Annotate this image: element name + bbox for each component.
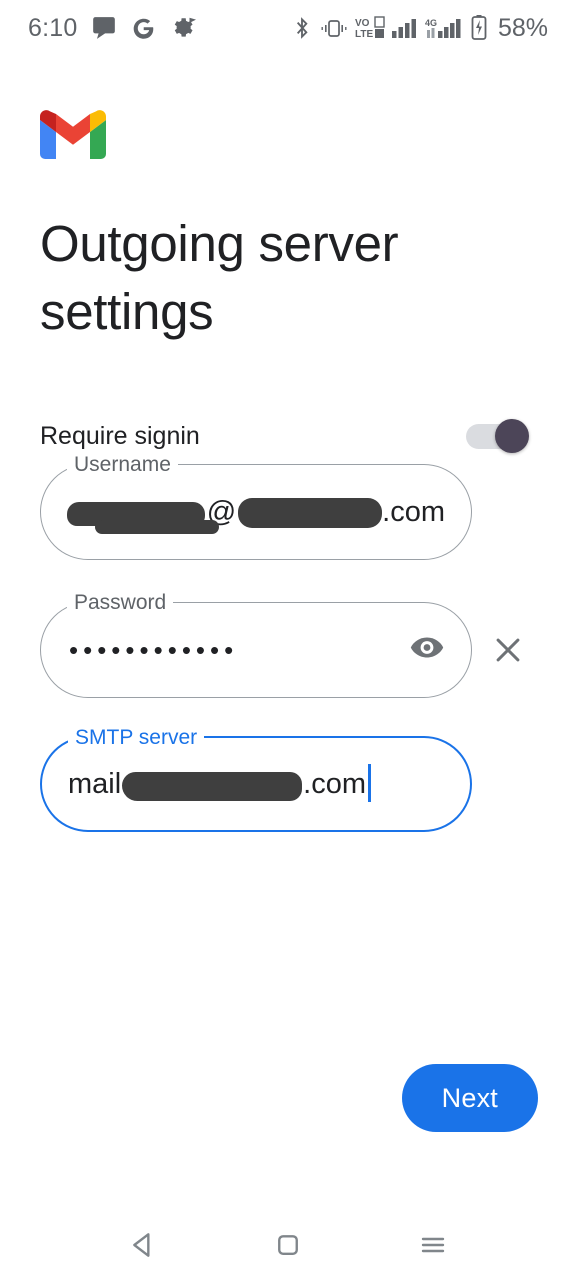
settings-gear-icon <box>170 15 197 41</box>
password-field-row: Password •••••••••••• <box>40 590 536 698</box>
password-clear-button[interactable] <box>480 633 536 667</box>
navigation-bar <box>0 1210 576 1280</box>
svg-text:VO: VO <box>355 18 370 29</box>
status-bar-left: 6:10 <box>28 13 197 43</box>
bluetooth-icon <box>291 15 313 41</box>
username-field[interactable]: Username @ .com <box>40 452 472 560</box>
smtp-server-field-value: mail .com <box>42 738 470 830</box>
username-field-value: @ .com <box>41 465 471 559</box>
username-field-row: Username @ .com <box>40 452 536 560</box>
redaction-mark <box>122 771 303 801</box>
google-g-icon <box>131 16 156 41</box>
page-title: Outgoing server settings <box>40 215 399 340</box>
status-bar-clock: 6:10 <box>28 13 78 42</box>
svg-text:LTE: LTE <box>355 29 373 40</box>
username-domain-suffix: .com <box>382 495 445 528</box>
next-button-container: Next <box>401 1064 538 1132</box>
signal-bars-icon <box>391 16 418 40</box>
main-content: Outgoing server settings Require signin … <box>0 56 576 1210</box>
smtp-prefix-text: mail <box>68 767 122 800</box>
password-field-value: •••••••••••• <box>69 634 239 665</box>
vibrate-icon <box>320 16 348 40</box>
require-signin-label: Require signin <box>40 421 200 450</box>
toggle-thumb <box>495 419 529 453</box>
recents-icon[interactable] <box>397 1218 469 1272</box>
volte-icon: VO LTE <box>355 15 385 41</box>
battery-charging-icon <box>470 14 488 42</box>
status-bar-right: VO LTE 4G 58% <box>291 14 548 43</box>
message-bubble-icon <box>91 15 117 41</box>
battery-percent-label: 58% <box>497 13 548 42</box>
gmail-logo <box>40 108 106 160</box>
svg-text:4G: 4G <box>425 18 437 28</box>
smtp-server-field-row: SMTP server mail .com <box>40 725 536 832</box>
next-button[interactable]: Next <box>401 1064 538 1132</box>
redaction-mark <box>67 502 219 534</box>
password-field[interactable]: Password •••••••••••• <box>40 590 472 698</box>
require-signin-toggle[interactable] <box>466 419 529 453</box>
smtp-server-field[interactable]: SMTP server mail .com <box>40 725 472 832</box>
back-icon[interactable] <box>107 1218 179 1272</box>
eye-icon[interactable] <box>409 635 445 666</box>
smtp-suffix-text: .com <box>303 767 367 800</box>
text-cursor <box>368 764 372 802</box>
redaction-mark <box>238 498 383 528</box>
status-bar: 6:10 VO LTE 4G 58% <box>0 0 576 56</box>
signal-4g-icon: 4G <box>425 16 463 40</box>
home-icon[interactable] <box>252 1218 324 1272</box>
